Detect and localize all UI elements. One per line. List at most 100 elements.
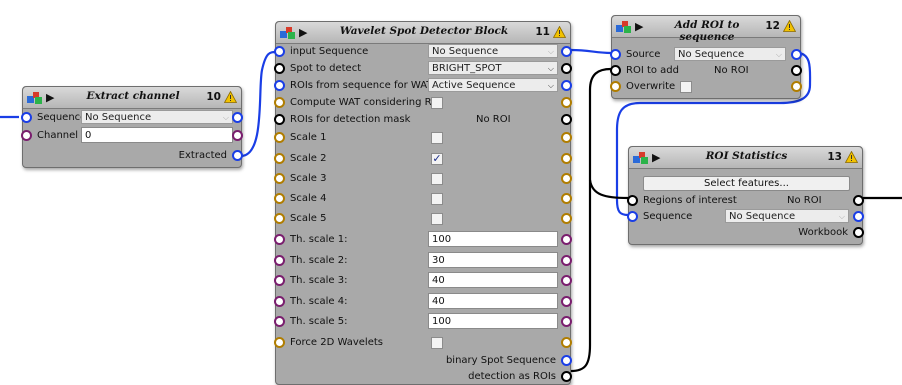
- add-roi-block[interactable]: ▶ Add ROI to sequence 12 Source No Seque…: [610, 15, 802, 99]
- threshold-3-field[interactable]: 40: [428, 272, 558, 288]
- channel-output-port[interactable]: [232, 130, 243, 141]
- threshold-input-port[interactable]: [274, 275, 285, 286]
- channel-input-port[interactable]: [21, 130, 32, 141]
- warning-icon[interactable]: [783, 20, 796, 32]
- source-input-port[interactable]: [610, 49, 621, 60]
- spot-select[interactable]: BRIGHT_SPOT ⌵: [428, 61, 558, 75]
- block-title: Add ROI to sequence: [674, 19, 740, 43]
- extract-channel-block[interactable]: ▶ Extract channel 10 Sequence No Sequenc…: [21, 86, 243, 168]
- blocks-logo-icon: [27, 92, 42, 104]
- scale-input-port[interactable]: [274, 173, 285, 184]
- block-header[interactable]: ▶ Wavelet Spot Detector Block 11: [276, 22, 570, 44]
- threshold-output-port[interactable]: [561, 316, 572, 327]
- source-output-port[interactable]: [791, 49, 802, 60]
- source-select[interactable]: No Sequence ⌵: [674, 47, 786, 61]
- scale-label: Scale 3: [290, 173, 327, 184]
- warning-icon[interactable]: [845, 151, 858, 163]
- block-header[interactable]: ▶ Add ROI to sequence 12: [612, 16, 800, 43]
- play-icon[interactable]: ▶: [652, 151, 660, 164]
- scale-label: Scale 1: [290, 132, 327, 143]
- threshold-1-field[interactable]: 100: [428, 231, 558, 247]
- roi-to-add-label: ROI to add: [626, 65, 679, 76]
- play-icon[interactable]: ▶: [299, 26, 307, 39]
- regions-input-port[interactable]: [627, 195, 638, 206]
- compute-wat-checkbox[interactable]: [431, 97, 443, 109]
- regions-label: Regions of interest: [643, 195, 737, 206]
- stats-sequence-output-port[interactable]: [853, 211, 864, 222]
- overwrite-input-port[interactable]: [610, 81, 621, 92]
- rois-output-port[interactable]: [561, 371, 572, 382]
- compute-wat-input-port[interactable]: [274, 97, 285, 108]
- scale-input-port[interactable]: [274, 153, 285, 164]
- stats-sequence-select[interactable]: No Sequence ⌵: [725, 209, 849, 223]
- scale-output-port[interactable]: [561, 153, 572, 164]
- scale-1-checkbox[interactable]: [431, 132, 443, 144]
- rois-mask-input-port[interactable]: [274, 114, 285, 125]
- threshold-output-port[interactable]: [561, 234, 572, 245]
- force2d-input-port[interactable]: [274, 337, 285, 348]
- scale-output-port[interactable]: [561, 213, 572, 224]
- roi-to-add-input-port[interactable]: [610, 65, 621, 76]
- overwrite-checkbox[interactable]: [680, 81, 692, 93]
- threshold-5-field[interactable]: 100: [428, 313, 558, 329]
- threshold-input-port[interactable]: [274, 296, 285, 307]
- sequence-select[interactable]: No Sequence ⌵: [81, 110, 233, 124]
- chevron-down-icon: ⌵: [838, 212, 845, 221]
- warning-icon[interactable]: [553, 26, 566, 38]
- workbook-output-port[interactable]: [853, 227, 864, 238]
- input-sequence-select[interactable]: No Sequence ⌵: [428, 44, 558, 58]
- regions-output-port[interactable]: [853, 195, 864, 206]
- scale-output-port[interactable]: [561, 193, 572, 204]
- spot-label: Spot to detect: [290, 63, 362, 74]
- scale-input-port[interactable]: [274, 213, 285, 224]
- play-icon[interactable]: ▶: [46, 91, 54, 104]
- select-features-button[interactable]: Select features...: [643, 176, 850, 191]
- input-sequence-output-port[interactable]: [561, 46, 572, 57]
- binary-output-port[interactable]: [561, 355, 572, 366]
- overwrite-output-port[interactable]: [791, 81, 802, 92]
- roi-statistics-block[interactable]: ▶ ROI Statistics 13 Select features... R…: [627, 146, 864, 245]
- scale-output-port[interactable]: [561, 173, 572, 184]
- scale-input-port[interactable]: [274, 132, 285, 143]
- threshold-output-port[interactable]: [561, 275, 572, 286]
- stats-sequence-input-port[interactable]: [627, 211, 638, 222]
- block-header[interactable]: ▶ ROI Statistics 13: [629, 147, 862, 169]
- warning-icon[interactable]: [224, 91, 237, 103]
- channel-field[interactable]: 0: [81, 127, 233, 143]
- threshold-input-port[interactable]: [274, 255, 285, 266]
- spot-output-port[interactable]: [561, 63, 572, 74]
- force2d-output-port[interactable]: [561, 337, 572, 348]
- input-sequence-port[interactable]: [274, 46, 285, 57]
- play-icon[interactable]: ▶: [635, 20, 643, 33]
- threshold-input-port[interactable]: [274, 234, 285, 245]
- wavelet-spot-detector-block[interactable]: ▶ Wavelet Spot Detector Block 11 input S…: [274, 21, 572, 385]
- scale-5-checkbox[interactable]: [431, 213, 443, 225]
- threshold-label: Th. scale 3:: [290, 275, 348, 286]
- rois-mask-output-port[interactable]: [561, 114, 572, 125]
- sequence-input-port[interactable]: [21, 112, 32, 123]
- threshold-input-port[interactable]: [274, 316, 285, 327]
- blocks-logo-icon: [616, 21, 631, 33]
- threshold-output-port[interactable]: [561, 255, 572, 266]
- scale-input-port[interactable]: [274, 193, 285, 204]
- sequence-output-port[interactable]: [232, 112, 243, 123]
- scale-2-checkbox[interactable]: ✓: [431, 153, 443, 165]
- block-header[interactable]: ▶ Extract channel 10: [23, 87, 241, 109]
- scale-3-checkbox[interactable]: [431, 173, 443, 185]
- scale-output-port[interactable]: [561, 132, 572, 143]
- threshold-label: Th. scale 4:: [290, 296, 348, 307]
- extracted-output-port[interactable]: [232, 150, 243, 161]
- force2d-checkbox[interactable]: [431, 337, 443, 349]
- spot-input-port[interactable]: [274, 63, 285, 74]
- source-value: No Sequence: [678, 49, 745, 60]
- threshold-2-field[interactable]: 30: [428, 252, 558, 268]
- rois-wat-input-port[interactable]: [274, 80, 285, 91]
- roi-to-add-output-port[interactable]: [791, 65, 802, 76]
- compute-wat-output-port[interactable]: [561, 97, 572, 108]
- rois-wat-output-port[interactable]: [561, 80, 572, 91]
- rois-mask-value: No ROI: [476, 114, 511, 125]
- scale-4-checkbox[interactable]: [431, 193, 443, 205]
- threshold-output-port[interactable]: [561, 296, 572, 307]
- threshold-4-field[interactable]: 40: [428, 293, 558, 309]
- rois-wat-select[interactable]: Active Sequence ⌵: [428, 78, 558, 92]
